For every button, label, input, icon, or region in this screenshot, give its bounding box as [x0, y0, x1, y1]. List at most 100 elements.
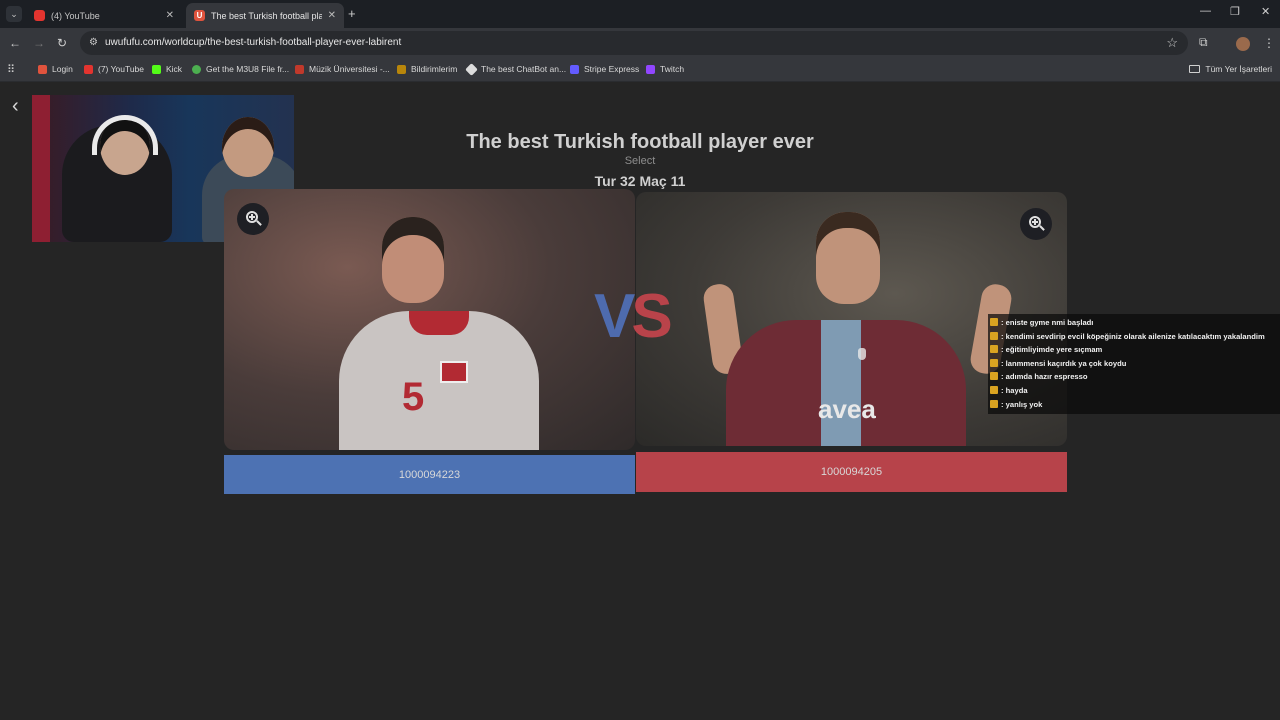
all-bookmarks-label: Tüm Yer İşaretleri — [1205, 64, 1272, 74]
stripe-icon — [570, 64, 579, 74]
sub-badge-icon — [990, 331, 998, 340]
extensions-icon[interactable]: ⧉ — [1199, 35, 1208, 50]
forward-icon[interactable]: → — [33, 36, 45, 50]
menu-icon[interactable]: ⋮ — [1263, 36, 1275, 50]
sub-badge-icon — [990, 399, 998, 408]
jersey-stripe — [821, 320, 861, 446]
music-icon — [295, 64, 304, 74]
minimize-icon[interactable]: — — [1200, 5, 1211, 17]
bookmark-label: Bildirimlerim — [411, 64, 458, 74]
m3u8-icon — [192, 64, 201, 74]
bookmark-chatbot[interactable]: The best ChatBot an... — [465, 62, 567, 76]
tab-search-button[interactable]: ⌄ — [6, 6, 22, 22]
folder-icon — [1189, 65, 1201, 73]
restore-icon[interactable]: ❐ — [1230, 5, 1240, 18]
bookmark-login[interactable]: Login — [38, 64, 73, 74]
chat-text: : kendimi sevdirip evcil köpeğiniz olara… — [1001, 331, 1265, 341]
chat-text: : hayda — [1001, 385, 1028, 395]
zoom-in-icon[interactable] — [1020, 208, 1052, 240]
vs-v: V — [594, 282, 635, 351]
sub-badge-icon — [990, 372, 998, 381]
chat-message: : eniste gyme nmi başladı — [990, 316, 1278, 330]
address-bar[interactable]: ⚙ uwufufu.com/worldcup/the-best-turkish-… — [80, 31, 1188, 55]
profile-avatar[interactable] — [1236, 37, 1250, 51]
url-text: uwufufu.com/worldcup/the-best-turkish-fo… — [105, 37, 402, 48]
tab-title: (4) YouTube — [51, 10, 100, 21]
chat-message: : hayda — [990, 384, 1278, 398]
bookmark-label: Stripe Express — [584, 64, 640, 74]
sub-badge-icon — [990, 385, 998, 394]
chat-text: : eniste gyme nmi başladı — [1001, 318, 1094, 327]
chat-text: : adımda hazır espresso — [1001, 372, 1088, 382]
chat-message: : eğitimliyimde yere sıçmam — [990, 343, 1278, 357]
bookmarks-bar: ⠿ Login (7) YouTube Kick Get the M3U8 Fi… — [0, 58, 1280, 82]
vs-label: VS — [594, 281, 673, 352]
close-window-icon[interactable]: ✕ — [1261, 5, 1270, 18]
kick-icon — [152, 64, 161, 74]
apps-grid-icon[interactable]: ⠿ — [7, 63, 15, 76]
zoom-in-icon[interactable] — [237, 203, 269, 235]
e-icon — [38, 64, 47, 74]
bookmark-m3u8[interactable]: Get the M3U8 File fr... — [192, 64, 289, 74]
vote-left-button[interactable]: 1000094223 — [224, 455, 635, 494]
tab-youtube[interactable]: (4) YouTube ✕ — [26, 3, 182, 28]
new-tab-button[interactable]: + — [348, 6, 356, 21]
jersey-number: 5 — [402, 375, 425, 419]
player-head — [816, 212, 880, 304]
all-bookmarks[interactable]: Tüm Yer İşaretleri — [1189, 64, 1272, 74]
round-indicator: Tur 32 Maç 11 — [594, 173, 686, 189]
bookmark-label: (7) YouTube — [98, 64, 144, 74]
bookmark-stripe[interactable]: Stripe Express — [570, 64, 639, 74]
chat-message: : adımda hazır espresso — [990, 370, 1278, 384]
youtube-icon — [84, 64, 93, 74]
vs-s: S — [631, 282, 672, 351]
chat-message: : lanmmensi kaçırdık ya çok koydu — [990, 357, 1278, 371]
youtube-icon — [34, 10, 45, 21]
jersey-sponsor: avea — [818, 394, 876, 424]
uwufufu-icon: U — [194, 10, 205, 21]
sub-badge-icon — [990, 358, 998, 367]
chat-message: : yanlış yok — [990, 398, 1278, 412]
chat-message: : kendimi sevdirip evcil köpeğiniz olara… — [990, 330, 1278, 344]
player-collar — [409, 311, 469, 335]
bookmark-kick[interactable]: Kick — [152, 64, 182, 74]
reload-icon[interactable]: ↻ — [57, 36, 67, 50]
page-subtitle: Select — [624, 155, 656, 167]
hand-cursor-icon — [858, 348, 866, 360]
cam-light — [32, 95, 50, 242]
bookmark-youtube[interactable]: (7) YouTube — [84, 64, 144, 74]
twitch-icon — [646, 64, 655, 74]
close-tab-icon[interactable]: ✕ — [328, 10, 336, 21]
bookmark-muzik[interactable]: Müzik Üniversitesi -... — [295, 64, 390, 74]
browser-toolbar: ← → ↻ ⚙ uwufufu.com/worldcup/the-best-tu… — [0, 28, 1280, 58]
bookmark-label: Twitch — [660, 64, 685, 74]
bookmark-label: Get the M3U8 File fr... — [206, 64, 290, 74]
bookmark-label: The best ChatBot an... — [481, 64, 567, 74]
bookmark-star-icon[interactable]: ☆ — [1166, 35, 1178, 51]
back-chevron-icon[interactable]: ‹ — [12, 95, 19, 118]
bell-icon — [397, 64, 406, 74]
chatbot-icon — [465, 62, 478, 76]
page-title: The best Turkish football player ever — [466, 131, 814, 153]
turkey-flag-icon — [440, 361, 468, 383]
stream-chat-overlay: : eniste gyme nmi başladı : kendimi sevd… — [988, 314, 1280, 415]
chat-text: : yanlış yok — [1001, 399, 1043, 409]
site-info-icon[interactable]: ⚙ — [89, 37, 98, 48]
bookmark-bildirimlerim[interactable]: Bildirimlerim — [397, 64, 457, 74]
player-head — [382, 217, 444, 303]
bookmark-label: Müzik Üniversitesi -... — [309, 64, 390, 74]
back-icon[interactable]: ← — [9, 36, 21, 50]
bookmark-label: Login — [52, 64, 73, 74]
chat-text: : lanmmensi kaçırdık ya çok koydu — [1001, 358, 1127, 368]
vote-right-button[interactable]: 1000094205 — [636, 452, 1067, 492]
sub-badge-icon — [990, 318, 998, 326]
bookmark-label: Kick — [166, 64, 183, 74]
bookmark-twitch[interactable]: Twitch — [646, 64, 684, 74]
tab-uwufufu[interactable]: U The best Turkish football player ✕ — [186, 3, 344, 28]
chat-text: : eğitimliyimde yere sıçmam — [1001, 345, 1103, 355]
tab-title: The best Turkish football player — [211, 10, 322, 21]
close-tab-icon[interactable]: ✕ — [166, 10, 174, 21]
left-choice-image[interactable]: 5 — [224, 189, 635, 450]
tab-strip: ⌄ (4) YouTube ✕ U The best Turkish footb… — [0, 0, 1280, 28]
sub-badge-icon — [990, 345, 998, 354]
